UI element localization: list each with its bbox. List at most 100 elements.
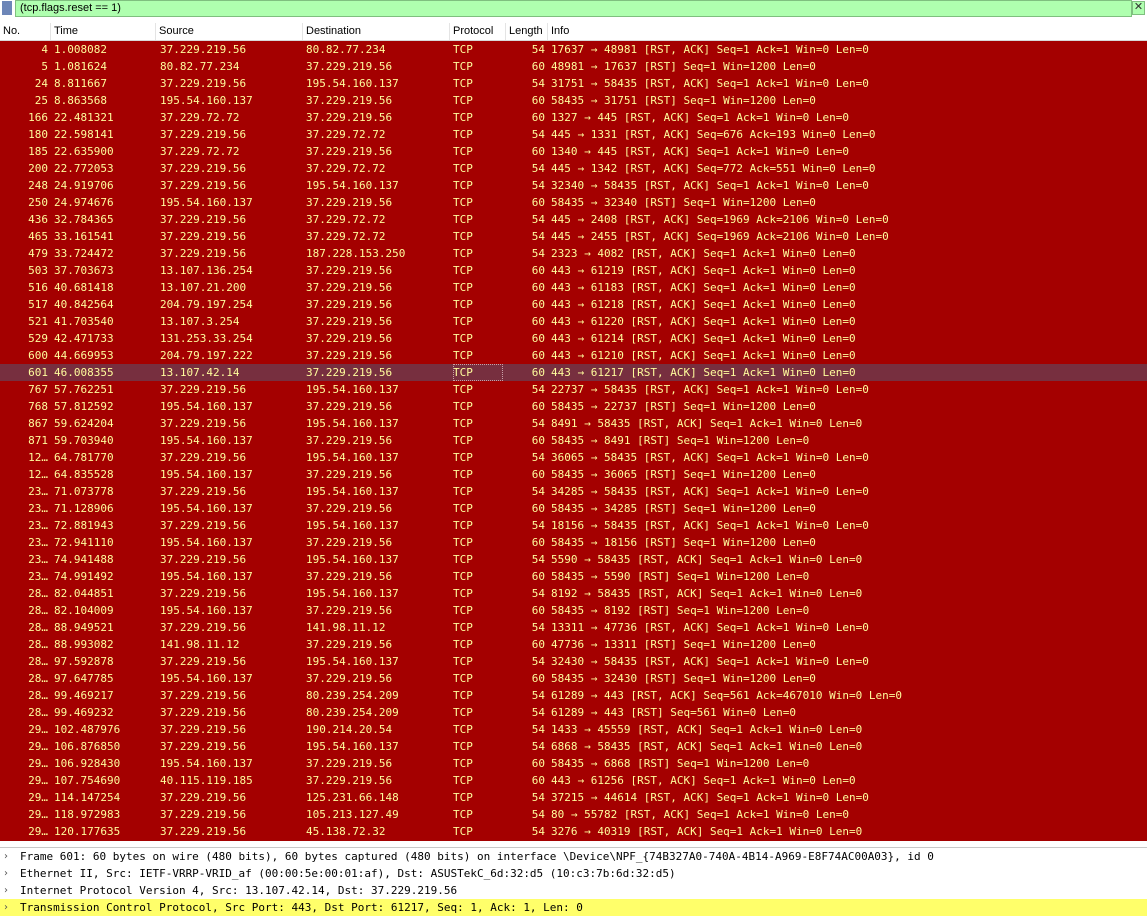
packet-number: 28… [28,706,48,719]
packet-destination: 45.138.72.32 [306,825,386,838]
packet-row[interactable]: 28… 99.469232 37.229.219.56 80.239.254.209 T… [0,704,1147,721]
expand-arrow-icon[interactable]: › [4,848,14,865]
packet-time: 22.481321 [54,111,114,124]
packet-row[interactable]: 5 1.081624 80.82.77.234 37.229.219.56 TCP 60 4… [0,58,1147,75]
packet-length: 60 [531,638,545,651]
packet-row[interactable]: 767 57.762251 37.229.219.56 195.54.160.137 T… [0,381,1147,398]
packet-row[interactable]: 180 22.598141 37.229.219.56 37.229.72.72 TCP… [0,126,1147,143]
packet-row[interactable]: 23… 72.941110 195.54.160.137 37.229.219.56 T… [0,534,1147,551]
packet-length: 60 [531,672,545,685]
expand-arrow-icon[interactable]: › [4,899,14,916]
packet-row[interactable]: 24 8.811667 37.229.219.56 195.54.160.137 TCP… [0,75,1147,92]
column-header-destination[interactable]: Destination [303,23,450,40]
detail-tree-item[interactable]: › Internet Protocol Version 4, Src: 13.10… [0,882,1147,899]
packet-time: 42.471733 [54,332,114,345]
packet-row[interactable]: 248 24.919706 37.229.219.56 195.54.160.137 T… [0,177,1147,194]
packet-row[interactable]: 517 40.842564 204.79.197.254 37.229.219.56 T… [0,296,1147,313]
packet-row[interactable]: 28… 97.592878 37.229.219.56 195.54.160.137 T… [0,653,1147,670]
packet-row[interactable]: 29… 106.876850 37.229.219.56 195.54.160.137… [0,738,1147,755]
packet-row[interactable]: 4 1.008082 37.229.219.56 80.82.77.234 TCP 54 1… [0,41,1147,58]
packet-row[interactable]: 12… 64.781770 37.229.219.56 195.54.160.137 T… [0,449,1147,466]
packet-row[interactable]: 23… 71.128906 195.54.160.137 37.229.219.56 T… [0,500,1147,517]
packet-length: 60 [531,281,545,294]
packet-row[interactable]: 29… 106.928430 195.54.160.137 37.229.219.56… [0,755,1147,772]
packet-info: 61289 → 443 [RST] Seq=561 Win=0 Len=0 [551,706,797,719]
column-header-protocol[interactable]: Protocol [450,23,506,40]
detail-tree-item[interactable]: › Frame 601: 60 bytes on wire (480 bits),… [0,848,1147,865]
bookmark-icon[interactable] [2,1,12,15]
clear-filter-icon[interactable]: ✕ [1132,1,1145,15]
packet-row[interactable]: 185 22.635900 37.229.72.72 37.229.219.56 TCP… [0,143,1147,160]
packet-row[interactable]: 12… 64.835528 195.54.160.137 37.229.219.56 T… [0,466,1147,483]
packet-length: 60 [531,536,545,549]
packet-source: 37.229.219.56 [160,451,247,464]
packet-details-pane[interactable]: › Frame 601: 60 bytes on wire (480 bits),… [0,847,1147,919]
packet-length: 54 [531,162,545,175]
packet-row[interactable]: 166 22.481321 37.229.72.72 37.229.219.56 TCP… [0,109,1147,126]
detail-tree-item[interactable]: › Transmission Control Protocol, Src Port… [0,899,1147,916]
packet-row[interactable]: 600 44.669953 204.79.197.222 37.229.219.56 T… [0,347,1147,364]
packet-row[interactable]: 601 46.008355 13.107.42.14 37.229.219.56 TCP… [0,364,1147,381]
packet-row[interactable]: 28… 99.469217 37.229.219.56 80.239.254.209 T… [0,687,1147,704]
packet-row[interactable]: 503 37.703673 13.107.136.254 37.229.219.56 T… [0,262,1147,279]
packet-row[interactable]: 23… 74.941488 37.229.219.56 195.54.160.137 T… [0,551,1147,568]
packet-row[interactable]: 29… 114.147254 37.229.219.56 125.231.66.148… [0,789,1147,806]
packet-info: 58435 → 34285 [RST] Seq=1 Win=1200 Len=0 [551,502,816,515]
packet-row[interactable]: 871 59.703940 195.54.160.137 37.229.219.56 T… [0,432,1147,449]
packet-row[interactable]: 436 32.784365 37.229.219.56 37.229.72.72 TCP… [0,211,1147,228]
packet-row[interactable]: 28… 88.949521 37.229.219.56 141.98.11.12 TCP… [0,619,1147,636]
packet-row[interactable]: 465 33.161541 37.229.219.56 37.229.72.72 TCP… [0,228,1147,245]
packet-row[interactable]: 250 24.974676 195.54.160.137 37.229.219.56 T… [0,194,1147,211]
packet-info: 443 → 61219 [RST, ACK] Seq=1 Ack=1 Win=0… [551,264,856,277]
packet-row[interactable]: 29… 102.487976 37.229.219.56 190.214.20.54 T… [0,721,1147,738]
packet-destination: 195.54.160.137 [306,383,399,396]
packet-info: 32430 → 58435 [RST, ACK] Seq=1 Ack=1 Win… [551,655,869,668]
packet-number: 28… [28,621,48,634]
packet-length: 54 [531,213,545,226]
packet-number: 24 [34,77,48,90]
packet-info: 5590 → 58435 [RST, ACK] Seq=1 Ack=1 Win=… [551,553,863,566]
packet-row[interactable]: 28… 88.993082 141.98.11.12 37.229.219.56 TCP… [0,636,1147,653]
packet-source: 195.54.160.137 [160,604,253,617]
packet-row[interactable]: 29… 107.754690 40.115.119.185 37.229.219.56… [0,772,1147,789]
packet-row[interactable]: 23… 74.991492 195.54.160.137 37.229.219.56 T… [0,568,1147,585]
packet-time: 71.073778 [54,485,114,498]
column-header-length[interactable]: Length [506,23,548,40]
packet-row[interactable]: 28… 97.647785 195.54.160.137 37.229.219.56 T… [0,670,1147,687]
packet-row[interactable]: 28… 82.044851 37.229.219.56 195.54.160.137 T… [0,585,1147,602]
packet-protocol: TCP [453,723,473,736]
display-filter-input[interactable]: (tcp.flags.reset == 1) [15,0,1132,17]
packet-row[interactable]: 521 41.703540 13.107.3.254 37.229.219.56 TCP… [0,313,1147,330]
expand-arrow-icon[interactable]: › [4,865,14,882]
packet-row[interactable]: 25 8.863568 195.54.160.137 37.229.219.56 TCP… [0,92,1147,109]
packet-length: 54 [531,689,545,702]
packet-length: 60 [531,264,545,277]
packet-row[interactable]: 529 42.471733 131.253.33.254 37.229.219.56 T… [0,330,1147,347]
packet-row[interactable]: 479 33.724472 37.229.219.56 187.228.153.250… [0,245,1147,262]
column-header-source[interactable]: Source [156,23,303,40]
packet-number: 867 [28,417,48,430]
packet-source: 195.54.160.137 [160,536,253,549]
packet-row[interactable]: 768 57.812592 195.54.160.137 37.229.219.56 T… [0,398,1147,415]
packet-destination: 37.229.219.56 [306,349,393,362]
packet-destination: 195.54.160.137 [306,587,399,600]
packet-row[interactable]: 200 22.772053 37.229.219.56 37.229.72.72 TCP… [0,160,1147,177]
packet-row[interactable]: 23… 72.881943 37.229.219.56 195.54.160.137 T… [0,517,1147,534]
packet-length: 54 [531,485,545,498]
column-header-info[interactable]: Info [548,23,1147,40]
packet-row[interactable]: 28… 82.104009 195.54.160.137 37.229.219.56 T… [0,602,1147,619]
packet-row[interactable]: 516 40.681418 13.107.21.200 37.229.219.56 TC… [0,279,1147,296]
packet-row[interactable]: 29… 120.177635 37.229.219.56 45.138.72.32 TC… [0,823,1147,840]
packet-number: 28… [28,655,48,668]
column-header-no[interactable]: No. [0,23,51,40]
detail-tree-item[interactable]: › Ethernet II, Src: IETF-VRRP-VRID_af (00… [0,865,1147,882]
packet-list[interactable]: 4 1.008082 37.229.219.56 80.82.77.234 TCP 54 1… [0,41,1147,841]
packet-row[interactable]: 29… 118.972983 37.229.219.56 105.213.127.49… [0,806,1147,823]
packet-info: 6868 → 58435 [RST, ACK] Seq=1 Ack=1 Win=… [551,740,863,753]
packet-source: 37.229.72.72 [160,111,240,124]
packet-row[interactable]: 23… 71.073778 37.229.219.56 195.54.160.137 T… [0,483,1147,500]
expand-arrow-icon[interactable]: › [4,882,14,899]
packet-row[interactable]: 867 59.624204 37.229.219.56 195.54.160.137 T… [0,415,1147,432]
packet-time: 44.669953 [54,349,114,362]
column-header-time[interactable]: Time [51,23,156,40]
